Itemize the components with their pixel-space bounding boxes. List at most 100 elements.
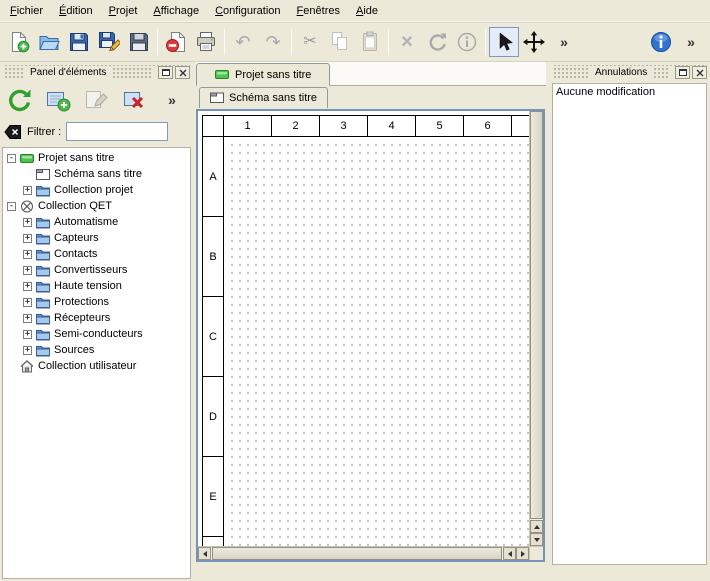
collapse-expander-icon[interactable]: - [7, 202, 16, 211]
expand-expander-icon[interactable]: + [23, 250, 32, 259]
move-mode-button[interactable] [519, 27, 549, 57]
close-file-button[interactable] [161, 27, 191, 57]
tree-item-label: Convertisseurs [54, 262, 127, 278]
new-element-button[interactable] [42, 85, 74, 115]
menu-fichier[interactable]: Fichier [2, 2, 51, 20]
elements-panel-toolbar: » [0, 80, 193, 118]
expand-expander-icon[interactable]: + [23, 234, 32, 243]
right-toolbar-overflow-button[interactable]: » [676, 27, 706, 57]
tree-item-label: Collection projet [54, 182, 133, 198]
vertical-scrollbar[interactable] [529, 111, 543, 560]
about-blue-icon [650, 31, 672, 53]
scroll-right-button[interactable] [516, 547, 529, 560]
save-as-button[interactable] [94, 27, 124, 57]
qelectrotech-window: Fichier Édition Projet Affichage Configu… [0, 0, 710, 581]
expand-expander-icon[interactable]: + [23, 266, 32, 275]
main-toolbar: ↶ ↷ ✂ × » » [0, 22, 710, 62]
save-button[interactable] [64, 27, 94, 57]
tree-item-label: Sources [54, 342, 94, 358]
rotate-button[interactable] [422, 27, 452, 57]
delete-element-button[interactable] [118, 85, 150, 115]
cut-icon: ✂ [303, 34, 316, 50]
scroll-left-button[interactable] [503, 547, 516, 560]
undo-button[interactable]: ↶ [228, 27, 258, 57]
edit-element-button[interactable] [80, 85, 112, 115]
schematic-view: 1 2 3 4 5 6 A B C D [196, 109, 545, 562]
save-all-button[interactable] [124, 27, 154, 57]
filter-input[interactable] [66, 122, 168, 141]
tree-item-collection-utilisateur[interactable]: Collection utilisateur [3, 358, 190, 374]
horizontal-scrollbar[interactable] [198, 546, 529, 560]
tree-item-projet-sans-titre[interactable]: - Projet sans titre [3, 150, 190, 166]
tree-item-label: Protections [54, 294, 109, 310]
tree-item-haute-tension[interactable]: + Haute tension [3, 278, 190, 294]
tree-item-capteurs[interactable]: + Capteurs [3, 230, 190, 246]
expand-expander-icon[interactable]: + [23, 298, 32, 307]
menu-edition[interactable]: Édition [51, 2, 101, 20]
menu-fenetres[interactable]: Fenêtres [289, 2, 348, 20]
tree-item-convertisseurs[interactable]: + Convertisseurs [3, 262, 190, 278]
clear-filter-button[interactable] [4, 124, 22, 140]
expand-expander-icon[interactable]: + [23, 314, 32, 323]
qet-collection-icon [20, 200, 34, 213]
tab-schema-sans-titre[interactable]: Schéma sans titre [199, 87, 328, 108]
expand-expander-icon[interactable]: + [23, 330, 32, 339]
tree-item-collection-qet[interactable]: - Collection QET [3, 198, 190, 214]
tree-item-protections[interactable]: + Protections [3, 294, 190, 310]
tree-item-recepteurs[interactable]: + Récepteurs [3, 310, 190, 326]
open-button[interactable] [34, 27, 64, 57]
expand-expander-icon[interactable]: + [23, 282, 32, 291]
tree-item-sources[interactable]: + Sources [3, 342, 190, 358]
horizontal-scrollbar-thumb[interactable] [212, 547, 502, 560]
tree-item-semi-conducteurs[interactable]: + Semi-conducteurs [3, 326, 190, 342]
delete-button[interactable]: × [392, 27, 422, 57]
tree-item-schema-sans-titre[interactable]: Schéma sans titre [3, 166, 190, 182]
expand-expander-icon[interactable]: + [23, 346, 32, 355]
panel-toolbar-overflow-button[interactable]: » [156, 85, 188, 115]
expand-expander-icon[interactable]: + [23, 186, 32, 195]
info-button[interactable] [452, 27, 482, 57]
tab-projet-sans-titre[interactable]: Projet sans titre [196, 63, 330, 86]
dock-close-button[interactable] [175, 66, 190, 79]
menu-configuration[interactable]: Configuration [207, 2, 288, 20]
row-header-strip: A B C D E [202, 137, 224, 546]
scroll-up-button[interactable] [530, 520, 543, 533]
expand-expander-icon[interactable]: + [23, 218, 32, 227]
reload-collections-button[interactable] [4, 85, 36, 115]
tree-item-contacts[interactable]: + Contacts [3, 246, 190, 262]
paste-icon [359, 31, 381, 53]
dock-title-buttons [153, 66, 190, 79]
schematic-canvas[interactable] [225, 138, 529, 546]
undo-dock-title-bar[interactable]: Annulations [552, 65, 707, 80]
toolbar-separator [485, 29, 486, 55]
copy-button[interactable] [325, 27, 355, 57]
scroll-left-button[interactable] [198, 547, 211, 560]
menu-projet[interactable]: Projet [101, 2, 146, 20]
about-button[interactable] [646, 27, 676, 57]
tree-item-automatisme[interactable]: + Automatisme [3, 214, 190, 230]
vertical-scrollbar-thumb[interactable] [530, 111, 543, 519]
menu-aide[interactable]: Aide [348, 2, 386, 20]
dock-float-button[interactable] [158, 66, 173, 79]
column-header-strip: 1 2 3 4 5 6 [224, 115, 529, 137]
selection-mode-button[interactable] [489, 27, 519, 57]
collapse-expander-icon[interactable]: - [7, 154, 16, 163]
scroll-down-button[interactable] [530, 533, 543, 546]
undo-history-list[interactable]: Aucune modification [552, 83, 707, 565]
menu-affichage[interactable]: Affichage [145, 2, 207, 20]
new-document-button[interactable] [4, 27, 34, 57]
undo-list-item[interactable]: Aucune modification [556, 86, 703, 98]
dock-close-button[interactable] [692, 66, 707, 79]
column-header: 5 [416, 116, 464, 136]
redo-button[interactable]: ↷ [258, 27, 288, 57]
tree-item-label: Capteurs [54, 230, 99, 246]
paste-button[interactable] [355, 27, 385, 57]
elements-tree: - Projet sans titre Schéma sans titre + … [2, 147, 191, 579]
print-button[interactable] [191, 27, 221, 57]
dock-float-button[interactable] [675, 66, 690, 79]
cut-button[interactable]: ✂ [295, 27, 325, 57]
tree-item-collection-projet[interactable]: + Collection projet [3, 182, 190, 198]
toolbar-overflow-button[interactable]: » [549, 27, 579, 57]
filter-label: Filtrer : [27, 126, 61, 138]
elements-panel-title-bar[interactable]: Panel d'éléments [3, 65, 190, 80]
